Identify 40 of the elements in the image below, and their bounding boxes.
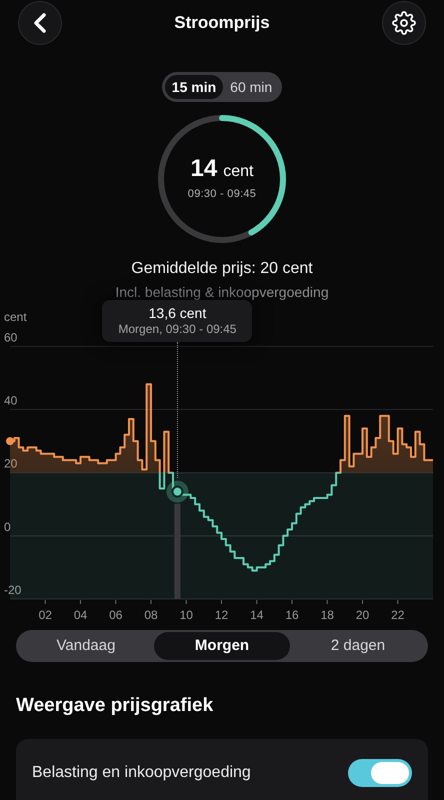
tooltip-time: Morgen, 09:30 - 09:45 xyxy=(118,322,236,337)
y-tick-label: 40 xyxy=(4,394,18,408)
x-tick-label: 20 xyxy=(356,608,370,622)
back-button[interactable] xyxy=(18,1,62,45)
x-tick-label: 02 xyxy=(38,608,52,622)
y-tick-label: 20 xyxy=(4,456,18,471)
day-tab[interactable]: 2 dagen xyxy=(290,632,426,660)
day-tab[interactable]: Vandaag xyxy=(18,632,154,660)
y-tick-label: -20 xyxy=(4,583,22,597)
y-tick-label: 60 xyxy=(4,330,18,344)
section-title: Weergave prijsgrafiek xyxy=(15,694,214,718)
y-tick-label: 0 xyxy=(4,520,11,534)
page-title: Stroomprijs xyxy=(174,12,270,34)
x-tick-label: 04 xyxy=(74,608,88,622)
settings-icon xyxy=(392,11,416,35)
toggle-switch[interactable] xyxy=(348,758,412,786)
y-axis-label: cent xyxy=(4,310,27,324)
x-tick-label: 10 xyxy=(180,608,193,622)
selected-point xyxy=(166,480,188,503)
interval-tab[interactable]: 60 min xyxy=(223,75,280,99)
back-icon xyxy=(33,13,47,33)
start-point xyxy=(6,437,14,446)
x-tick-label: 06 xyxy=(109,608,122,622)
interval-tab[interactable]: 15 min xyxy=(164,75,224,99)
x-tick-label: 12 xyxy=(214,608,228,622)
x-tick-label: 08 xyxy=(144,608,158,622)
day-tab[interactable]: Morgen xyxy=(154,632,290,660)
x-tick-label: 22 xyxy=(391,608,404,622)
cursor-handle[interactable] xyxy=(174,504,180,599)
tooltip-value: 13,6 cent xyxy=(148,305,206,322)
price-unit: cent xyxy=(223,164,254,180)
x-tick-label: 14 xyxy=(250,608,264,622)
settings-button[interactable] xyxy=(382,1,426,45)
x-tick-label: 18 xyxy=(320,608,334,622)
x-tick-label: 16 xyxy=(285,608,299,622)
average-price: Gemiddelde prijs: 20 cent xyxy=(130,259,314,279)
price-period: 09:30 - 09:45 xyxy=(188,187,256,202)
setting-label: Belasting en inkoopvergoeding xyxy=(32,762,251,782)
average-note: Incl. belasting & inkoopvergoeding xyxy=(114,283,330,302)
price-value: 14 xyxy=(190,157,218,182)
